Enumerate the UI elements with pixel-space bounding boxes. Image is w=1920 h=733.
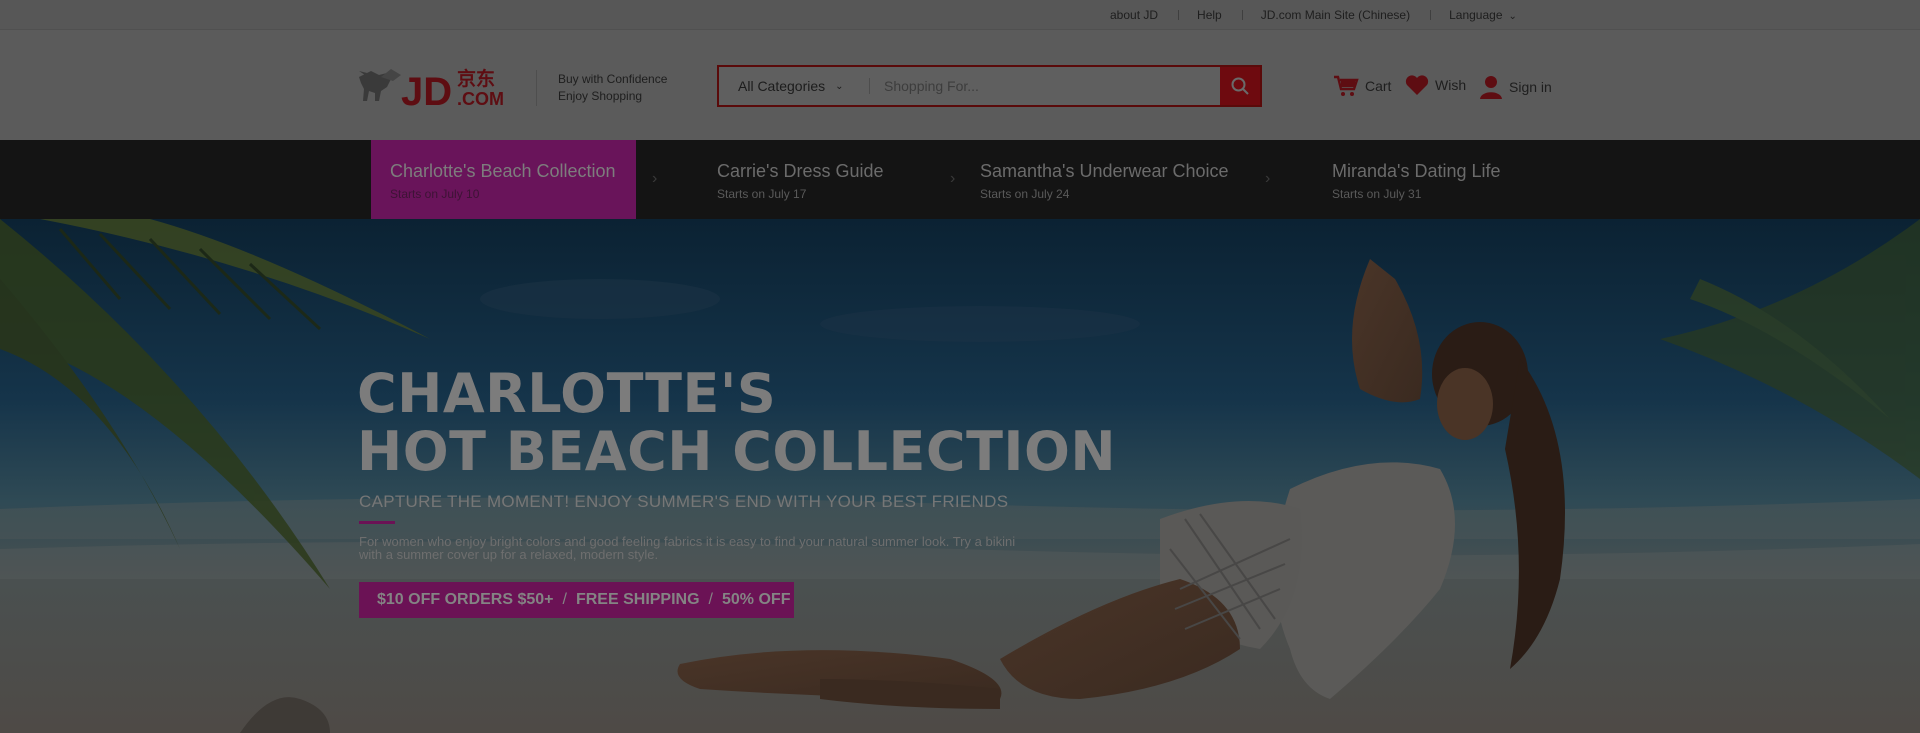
promo-banner[interactable]: $10 OFF ORDERS $50+ / FREE SHIPPING / 50… [359,582,794,618]
hero-headline-line-2: HOT BEACH COLLECTION [357,420,1117,483]
language-label: Language [1449,8,1503,22]
divider [1241,10,1243,20]
site-header: JD 京东 .COM Buy with Confidence Enjoy Sho… [0,30,1920,140]
chevron-right-icon: › [652,170,658,187]
tab-title: Samantha's Underwear Choice [980,161,1229,181]
chevron-right-icon: › [950,170,956,187]
chevron-down-icon: ⌄ [1508,11,1517,22]
hero-banner[interactable]: CHARLOTTE'S HOT BEACH COLLECTION CAPTURE… [0,219,1920,733]
cart-button[interactable]: Cart [1333,74,1391,98]
promo-percent: 50% OFF [722,591,791,608]
promo-separator: / [562,591,567,608]
search-bar: All Categories ⌄ [717,65,1262,107]
chevron-right-icon: › [1265,170,1271,187]
cart-label: Cart [1365,78,1392,94]
hero-description: For women who enjoy bright colors and go… [359,534,1016,562]
tagline: Buy with Confidence Enjoy Shopping [558,71,667,105]
svg-text:.COM: .COM [457,89,504,109]
jd-logo-icon: JD 京东 .COM [359,67,504,114]
cart-icon [1333,74,1359,98]
category-label: All Categories [738,78,826,94]
language-selector[interactable]: Language ⌄ [1449,8,1517,22]
hero-subheadline: CAPTURE THE MOMENT! ENJOY SUMMER'S END W… [359,492,1009,511]
help-link[interactable]: Help [1197,8,1222,22]
tab-subtitle: Starts on July 31 [1332,187,1422,201]
signin-label: Sign in [1509,79,1552,95]
search-input[interactable] [884,67,1209,105]
chevron-down-icon: ⌄ [835,80,844,92]
tab-mirandas-dating-life[interactable]: Miranda's Dating Life Starts on July 31 [1313,140,1553,219]
collection-nav: Charlotte's Beach Collection Starts on J… [0,140,1920,219]
search-icon [1231,77,1249,95]
user-icon [1479,74,1503,100]
promo-separator: / [708,591,713,608]
top-utility-bar: about JD Help JD.com Main Site (Chinese)… [0,0,1920,30]
tagline-line-1: Buy with Confidence [558,72,668,86]
tagline-line-2: Enjoy Shopping [558,89,643,103]
tab-title: Miranda's Dating Life [1332,161,1501,181]
svg-text:JD: JD [401,70,452,110]
promo-discount: $10 OFF ORDERS $50+ [377,591,554,608]
tab-charlottes-beach-collection[interactable]: Charlotte's Beach Collection Starts on J… [371,140,636,219]
about-jd-link[interactable]: about JD [1110,8,1158,22]
jd-logo[interactable]: JD 京东 .COM [357,65,519,114]
top-links: about JD Help JD.com Main Site (Chinese)… [1110,0,1517,30]
tab-carries-dress-guide[interactable]: Carrie's Dress Guide Starts on July 17 [698,140,938,219]
heart-icon [1405,74,1429,96]
tab-samanthas-underwear-choice[interactable]: Samantha's Underwear Choice Starts on Ju… [961,140,1261,219]
tab-subtitle: Starts on July 10 [390,187,480,201]
hero-headline-line-1: CHARLOTTE'S [357,362,777,425]
promo-shipping: FREE SHIPPING [575,591,700,608]
divider [536,70,537,106]
tab-title: Carrie's Dress Guide [717,161,884,181]
wish-button[interactable]: Wish [1405,74,1466,96]
hero-headline: CHARLOTTE'S HOT BEACH COLLECTION [357,365,1116,481]
accent-divider [359,521,395,524]
main-site-link[interactable]: JD.com Main Site (Chinese) [1261,8,1410,22]
search-button[interactable] [1220,67,1260,105]
divider [869,78,870,94]
svg-text:京东: 京东 [457,67,495,90]
divider [1430,10,1432,20]
tab-title: Charlotte's Beach Collection [390,161,616,181]
category-dropdown[interactable]: All Categories ⌄ [719,67,869,105]
tab-subtitle: Starts on July 17 [717,187,807,201]
divider [1178,10,1180,20]
tab-subtitle: Starts on July 24 [980,187,1070,201]
signin-button[interactable]: Sign in [1479,74,1552,100]
wish-label: Wish [1435,77,1467,93]
